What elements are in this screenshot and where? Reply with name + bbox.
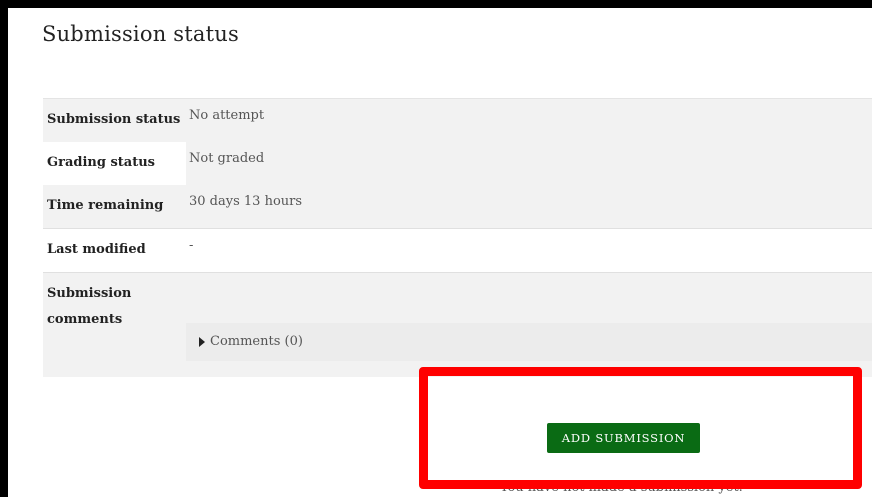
page-title: Submission status: [42, 22, 239, 46]
row-label-grading-status: Grading status: [43, 142, 186, 185]
caret-right-icon: [199, 336, 205, 347]
table-row: Grading status Not graded: [43, 142, 872, 185]
comments-panel: Comments (0): [186, 323, 872, 361]
submission-status-table: Submission status No attempt Grading sta…: [43, 98, 872, 377]
no-submission-note: You have not made a submission yet.: [500, 480, 743, 495]
row-value-time-remaining: 30 days 13 hours: [189, 194, 303, 209]
add-submission-button[interactable]: Add submission: [547, 423, 700, 453]
comments-toggle-label: Comments (0): [210, 334, 303, 349]
row-label-submission-comments: Submission comments: [47, 286, 132, 327]
row-value-grading-status: Not graded: [186, 142, 872, 185]
table-row: Last modified -: [43, 228, 872, 272]
comments-toggle[interactable]: Comments (0): [199, 334, 303, 349]
row-label-time-remaining: Time remaining: [47, 198, 164, 213]
row-value-submission-status: No attempt: [189, 108, 265, 123]
table-row: Submission status No attempt: [43, 98, 872, 142]
page-frame: Submission status Submission status No a…: [8, 8, 872, 497]
row-value-last-modified: -: [189, 238, 194, 253]
row-label-submission-status: Submission status: [47, 112, 181, 127]
table-row: Submission comments Comments (0): [43, 272, 872, 377]
row-label-last-modified: Last modified: [47, 242, 146, 257]
table-row: Time remaining 30 days 13 hours: [43, 185, 872, 228]
